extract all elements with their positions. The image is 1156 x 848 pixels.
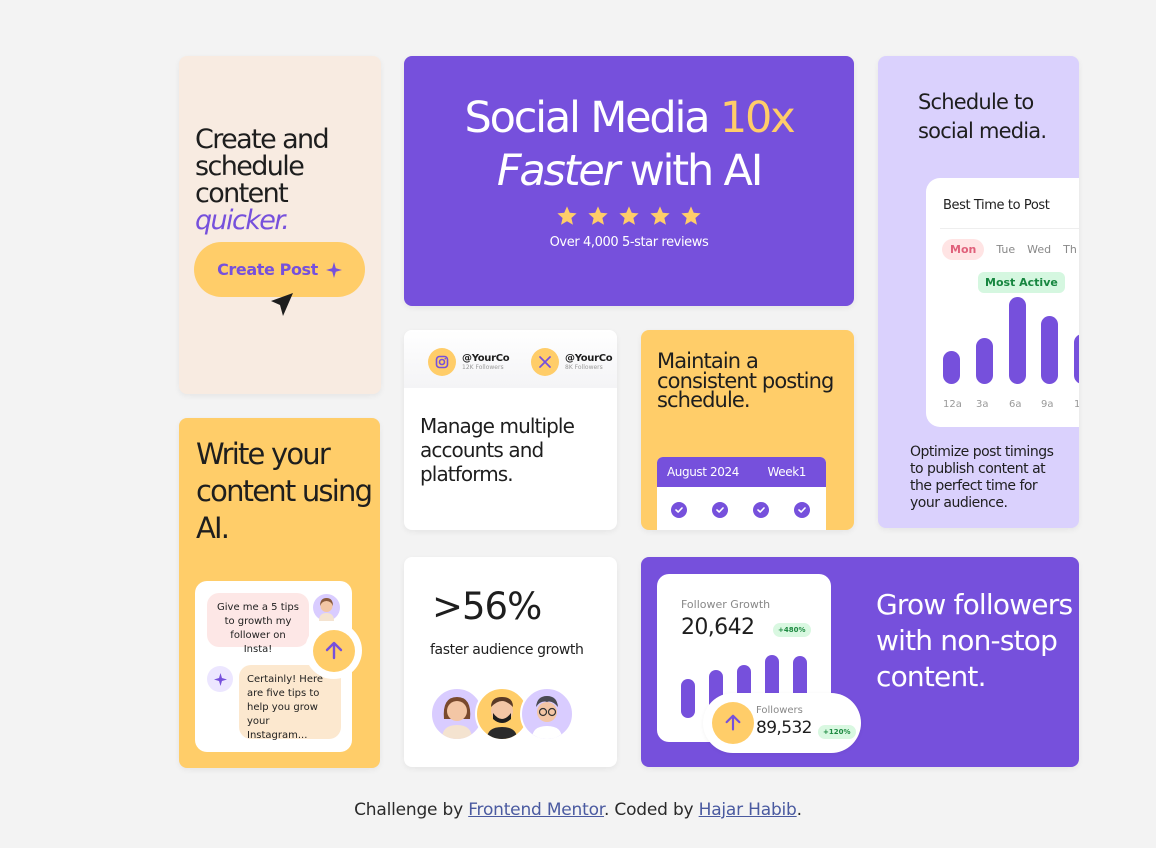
activity-bar xyxy=(1041,316,1058,384)
arrow-up-icon xyxy=(712,702,754,744)
divider xyxy=(940,228,1079,229)
write-card: Write your content using AI. Give me a 5… xyxy=(179,418,380,768)
create-heading: Create and schedule content quicker. xyxy=(195,126,375,234)
author-link[interactable]: Hajar Habib xyxy=(699,800,797,820)
rating-stars xyxy=(404,205,854,227)
account-instagram[interactable]: @YourCo 12K Followers xyxy=(428,348,510,376)
growth-bar xyxy=(681,679,695,718)
day-tue[interactable]: Tue xyxy=(996,243,1015,256)
star-icon xyxy=(619,206,639,225)
grow-heading: Grow followers with non-stop content. xyxy=(876,588,1073,693)
hero-heading-accent: 10x xyxy=(719,93,796,143)
avatar xyxy=(520,687,574,741)
sparkle-icon xyxy=(213,672,227,686)
time-tick: 6a xyxy=(1009,399,1022,410)
schedule-card: Schedule to social media. Best Time to P… xyxy=(878,56,1079,528)
avatar-face-icon xyxy=(319,598,334,621)
create-heading-accent: quicker. xyxy=(195,205,290,236)
check-icon xyxy=(794,502,810,518)
hero-heading-italic: Faster xyxy=(496,146,620,196)
activity-bar xyxy=(943,351,960,384)
write-heading: Write your content using AI. xyxy=(196,437,373,545)
day-wed[interactable]: Wed xyxy=(1027,243,1051,256)
best-time-title: Best Time to Post xyxy=(943,198,1050,213)
star-icon xyxy=(588,206,608,225)
hero-heading: Social Media 10x Faster with AI xyxy=(404,92,854,198)
hero-heading-text: with AI xyxy=(618,146,764,196)
arrow-up-icon xyxy=(325,641,342,659)
instagram-icon xyxy=(428,348,456,376)
reviews-text: Over 4,000 5-star reviews xyxy=(549,235,709,250)
account-x[interactable]: @YourCo 8K Followers xyxy=(531,348,613,376)
maintain-card: Maintain a consistent posting schedule. … xyxy=(641,330,854,530)
star-icon xyxy=(650,206,670,225)
star-icon xyxy=(557,206,577,225)
follower-growth-value: 20,642 xyxy=(681,615,755,640)
check-icon xyxy=(712,502,728,518)
hero-card: Social Media 10x Faster with AI Over 4,0… xyxy=(404,56,854,306)
create-post-button[interactable]: Create Post xyxy=(194,242,365,297)
day-thu[interactable]: Th xyxy=(1063,243,1077,256)
cursor-icon xyxy=(271,293,293,316)
footer-text: Challenge by xyxy=(354,800,469,820)
avatar-man-glasses-icon xyxy=(532,696,562,739)
calendar-header: August 2024 Week1 xyxy=(657,457,826,487)
time-tick: 3a xyxy=(976,399,989,410)
activity-bar xyxy=(1009,297,1026,384)
account-followers: 8K Followers xyxy=(565,364,603,371)
manage-heading: Manage multiple accounts and platforms. xyxy=(420,414,575,486)
stat-label: faster audience growth xyxy=(430,642,584,658)
check-icon xyxy=(671,502,687,518)
stat-card: >56% faster audience growth xyxy=(404,557,617,767)
account-followers: 12K Followers xyxy=(462,364,504,371)
time-tick: 1 xyxy=(1074,399,1079,410)
time-tick: 12a xyxy=(943,399,962,410)
check-icon xyxy=(753,502,769,518)
growth-badge: +480% xyxy=(773,623,811,637)
maintain-heading: Maintain a consistent posting schedule. xyxy=(657,349,834,412)
create-card: Create and schedule content quicker. Cre… xyxy=(179,56,381,394)
ai-icon xyxy=(207,666,233,692)
follower-growth-label: Follower Growth xyxy=(681,598,771,611)
day-selector: Mon Tue Wed Th xyxy=(942,239,1077,260)
manage-card: @YourCo 12K Followers @YourCo 8K Followe… xyxy=(404,330,617,530)
calendar-month: August 2024 xyxy=(667,465,739,479)
star-icon xyxy=(681,206,701,225)
schedule-description: Optimize post timings to publish content… xyxy=(910,444,1054,511)
time-tick: 9a xyxy=(1041,399,1054,410)
calendar-widget: August 2024 Week1 xyxy=(657,457,826,530)
create-post-label: Create Post xyxy=(217,260,318,279)
sparkle-icon xyxy=(325,261,342,278)
best-time-widget: Best Time to Post Mon Tue Wed Th Most Ac… xyxy=(926,178,1079,427)
schedule-heading: Schedule to social media. xyxy=(918,90,1047,143)
user-message: Give me a 5 tips to growth my follower o… xyxy=(207,593,309,655)
followers-value: 89,532 xyxy=(756,718,812,738)
x-icon xyxy=(531,348,559,376)
avatar-group xyxy=(430,687,574,741)
stat-value: >56% xyxy=(432,585,542,628)
send-button[interactable] xyxy=(305,622,362,679)
day-mon[interactable]: Mon xyxy=(942,239,985,260)
account-handle: @YourCo xyxy=(565,353,613,364)
calendar-week: Week1 xyxy=(767,465,806,479)
followers-summary: Followers 89,532 +120% xyxy=(703,693,861,753)
footer-text: . Coded by xyxy=(604,800,699,820)
activity-bar xyxy=(1074,334,1079,384)
avatar xyxy=(313,594,340,621)
attribution-footer: Challenge by Frontend Mentor. Coded by H… xyxy=(0,800,1156,820)
calendar-checks xyxy=(657,487,826,518)
grow-card: Follower Growth 20,642 +480% Followers 8… xyxy=(641,557,1079,767)
followers-badge: +120% xyxy=(818,725,856,739)
footer-text: . xyxy=(796,800,802,820)
frontend-mentor-link[interactable]: Frontend Mentor xyxy=(468,800,604,820)
account-handle: @YourCo xyxy=(462,353,510,364)
hero-heading-text: Social Media xyxy=(464,93,720,143)
most-active-badge: Most Active xyxy=(978,272,1065,293)
followers-label: Followers xyxy=(756,705,803,716)
activity-bar xyxy=(976,338,993,384)
